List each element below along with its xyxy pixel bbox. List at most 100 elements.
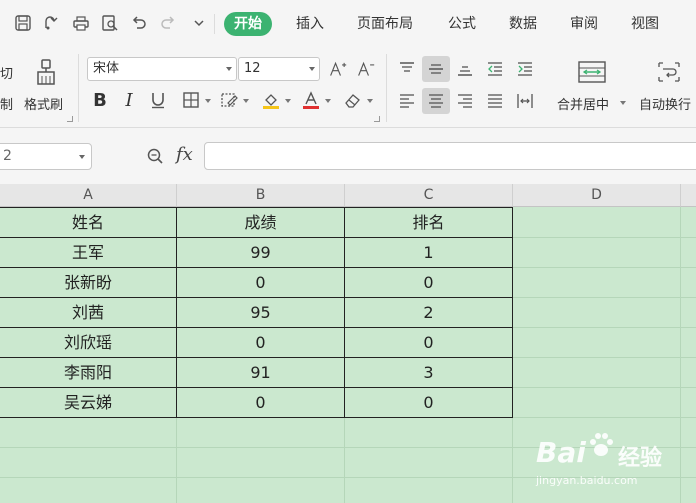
ribbon-separator: [386, 54, 387, 122]
font-dialog-launcher[interactable]: [374, 116, 380, 122]
clipboard-dialog-launcher[interactable]: [67, 116, 73, 122]
table-cell[interactable]: 95: [177, 298, 344, 328]
column-header-b[interactable]: B: [177, 184, 345, 207]
table-cell[interactable]: 2: [345, 298, 512, 328]
print-icon[interactable]: [70, 12, 92, 34]
column-header-d[interactable]: D: [513, 184, 681, 207]
header-cell-rank[interactable]: 排名: [345, 208, 512, 238]
table-cell[interactable]: 1: [345, 238, 512, 268]
baidu-jingyan-watermark: Bai 经验 jingyan.baidu.com: [536, 428, 686, 498]
increase-font-size-icon[interactable]: [326, 57, 350, 81]
chevron-down-icon[interactable]: [205, 99, 211, 103]
chevron-down-icon[interactable]: [285, 99, 291, 103]
tab-view[interactable]: 视图: [631, 12, 659, 36]
name-box-value: 2: [3, 148, 12, 164]
format-painter-label[interactable]: 格式刷: [24, 94, 63, 113]
table-cell[interactable]: 刘茜: [0, 298, 176, 328]
chevron-down-icon: [226, 67, 232, 71]
italic-icon[interactable]: I: [118, 88, 140, 112]
clear-format-icon[interactable]: [341, 88, 363, 112]
table-cell[interactable]: 0: [177, 328, 344, 358]
formula-input[interactable]: [204, 142, 696, 170]
chevron-down-icon[interactable]: [325, 99, 331, 103]
table-cell[interactable]: 0: [177, 268, 344, 298]
tab-home[interactable]: 开始: [224, 12, 272, 36]
font-name-value: 宋体: [93, 61, 120, 76]
paw-icon: [586, 430, 616, 460]
name-box[interactable]: 2: [0, 143, 92, 170]
chevron-down-icon[interactable]: [243, 99, 249, 103]
distribute-icon[interactable]: [512, 88, 538, 114]
column-header-c[interactable]: C: [345, 184, 513, 207]
font-name-select[interactable]: 宋体: [87, 57, 237, 81]
chevron-down-icon: [309, 67, 315, 71]
print-preview-icon[interactable]: [99, 12, 121, 34]
column-header-a[interactable]: A: [0, 184, 177, 207]
font-size-value: 12: [244, 61, 261, 76]
underline-icon[interactable]: [147, 88, 169, 112]
undo-icon[interactable]: [128, 12, 150, 34]
zoom-search-icon[interactable]: [143, 144, 167, 168]
insert-function-icon[interactable]: fx: [176, 144, 193, 165]
chevron-down-icon[interactable]: [620, 101, 626, 105]
table-cell[interactable]: 吴云娣: [0, 388, 176, 418]
font-size-select[interactable]: 12: [238, 57, 320, 81]
table-cell[interactable]: 3: [345, 358, 512, 388]
chevron-down-icon[interactable]: [367, 99, 373, 103]
merge-center-label[interactable]: 合并居中: [557, 94, 609, 113]
fill-color-icon[interactable]: [260, 88, 282, 112]
increase-indent-icon[interactable]: [512, 56, 538, 82]
chevron-down-icon: [79, 155, 85, 159]
align-center-icon[interactable]: [422, 88, 450, 114]
header-cell-name[interactable]: 姓名: [0, 208, 176, 238]
align-right-icon[interactable]: [452, 88, 478, 114]
copy-button[interactable]: 制: [0, 94, 13, 113]
table-cell[interactable]: 0: [345, 328, 512, 358]
watermark-url: jingyan.baidu.com: [536, 474, 638, 487]
share-icon[interactable]: [40, 12, 62, 34]
tab-page-layout[interactable]: 页面布局: [357, 12, 413, 36]
align-middle-icon[interactable]: [422, 56, 450, 82]
merge-center-icon[interactable]: [574, 58, 610, 86]
borders-icon[interactable]: [180, 88, 202, 112]
column-header-e[interactable]: [681, 184, 696, 207]
align-bottom-icon[interactable]: [452, 56, 478, 82]
cut-button[interactable]: 切: [0, 63, 13, 82]
tab-data[interactable]: 数据: [509, 12, 537, 36]
justify-icon[interactable]: [482, 88, 508, 114]
align-left-icon[interactable]: [394, 88, 420, 114]
formula-bar: 2: [0, 128, 696, 184]
ribbon: 切 制 格式刷 宋体 12 B I 合并居中 自动换行: [0, 48, 696, 128]
watermark-logo-text: Bai: [536, 436, 586, 469]
header-cell-score[interactable]: 成绩: [177, 208, 344, 238]
tab-insert[interactable]: 插入: [296, 12, 324, 36]
table-cell[interactable]: 李雨阳: [0, 358, 176, 388]
table-cell[interactable]: 91: [177, 358, 344, 388]
align-top-icon[interactable]: [394, 56, 420, 82]
table-cell[interactable]: 张新盼: [0, 268, 176, 298]
table-cell[interactable]: 刘欣瑶: [0, 328, 176, 358]
decrease-font-size-icon[interactable]: [354, 57, 378, 81]
ribbon-separator: [78, 54, 79, 122]
cell-style-icon[interactable]: [218, 88, 240, 112]
table-border: [512, 207, 513, 418]
wrap-text-icon[interactable]: [654, 58, 684, 86]
decrease-indent-icon[interactable]: [482, 56, 508, 82]
watermark-suffix: 经验: [618, 446, 663, 471]
table-cell[interactable]: 99: [177, 238, 344, 268]
tab-review[interactable]: 审阅: [570, 12, 598, 36]
table-cell[interactable]: 0: [177, 388, 344, 418]
table-cell[interactable]: 0: [345, 388, 512, 418]
bold-icon[interactable]: B: [89, 88, 111, 112]
auto-wrap-label[interactable]: 自动换行: [639, 94, 691, 113]
customize-quick-access-icon[interactable]: [188, 12, 210, 34]
font-color-icon[interactable]: [300, 88, 322, 112]
table-cell[interactable]: 0: [345, 268, 512, 298]
redo-icon[interactable]: [157, 12, 179, 34]
save-icon[interactable]: [12, 12, 34, 34]
format-painter-icon[interactable]: [32, 56, 60, 88]
menu-separator: [214, 14, 215, 34]
table-cell[interactable]: 王军: [0, 238, 176, 268]
tab-formulas[interactable]: 公式: [448, 12, 476, 36]
menu-bar: 开始 插入 页面布局 公式 数据 审阅 视图: [0, 0, 696, 48]
